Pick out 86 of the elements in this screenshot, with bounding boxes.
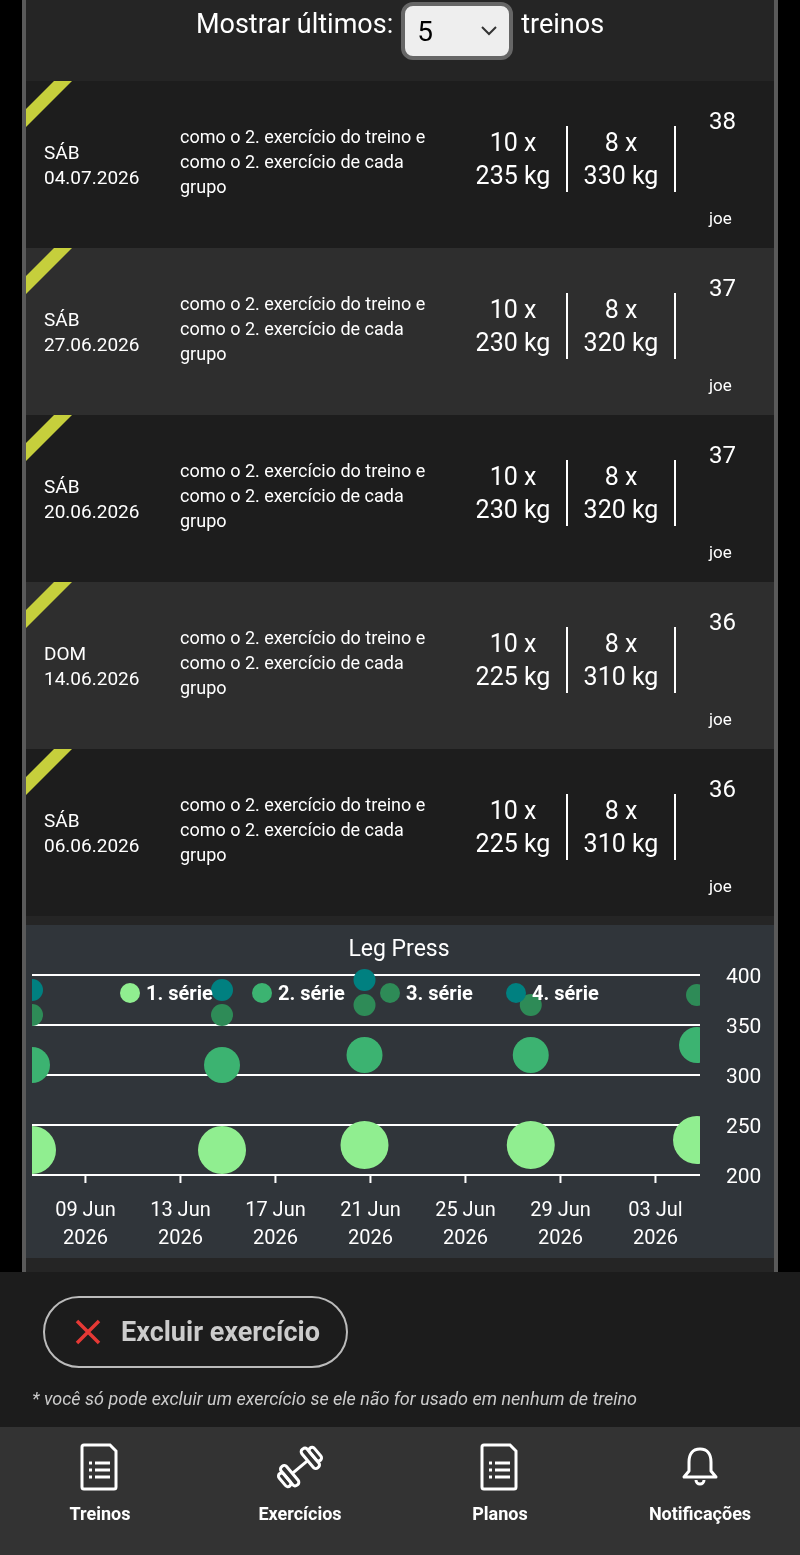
x-tick-label: 03 Jul 2026: [628, 1197, 683, 1249]
workout-date: 20.06.2026: [44, 498, 141, 524]
y-tick-label: 250: [726, 1114, 762, 1138]
user-name: joe: [709, 375, 733, 395]
chevron-down-icon: [481, 26, 498, 36]
x-tick-label: 29 Jun 2026: [530, 1197, 591, 1249]
set-reps: 10 x: [489, 460, 537, 493]
workout-card[interactable]: SÁB 06.06.2026 como o 2. exercício do treino e como o 2. exercício de cada grupo 10 x 225 kg 8 x 310 kg 36 joe: [26, 749, 774, 916]
set-weight: 37: [709, 274, 736, 302]
x-tick-label: 21 Jun 2026: [340, 1197, 401, 1249]
legend-label: 4. série: [532, 981, 599, 1005]
workout-note: como o 2. exercício do treino e como o 2. exercício de cada grupo: [180, 793, 427, 867]
workout-card[interactable]: SÁB 20.06.2026 como o 2. exercício do treino e como o 2. exercício de cada grupo 10 x 230 kg 8 x 320 kg 37 joe: [26, 415, 774, 582]
set-weight: 330 kg: [583, 159, 659, 192]
filter-suffix: treinos: [521, 8, 605, 40]
filter-label: Mostrar últimos:: [195, 8, 394, 40]
list-document-icon: [480, 1443, 520, 1491]
user-name: joe: [709, 208, 733, 228]
list-document-icon: [80, 1443, 120, 1491]
weekday: SÁB: [44, 139, 81, 165]
corner-stripe-icon: [26, 749, 72, 795]
footnote: * você só pode excluir um exercício se ele não for usado em nenhum de treino: [32, 1388, 639, 1409]
workout-note: como o 2. exercício do treino e como o 2. exercício de cada grupo: [180, 125, 427, 199]
corner-stripe-icon: [26, 582, 72, 628]
y-tick-label: 400: [726, 964, 762, 988]
set-weight: 310 kg: [583, 660, 659, 693]
set-weight: 225 kg: [475, 827, 551, 860]
user-name: joe: [709, 542, 733, 562]
weekday: SÁB: [44, 807, 81, 833]
set-reps: 8 x: [604, 460, 638, 493]
set-reps: 8 x: [604, 794, 638, 827]
y-tick-label: 350: [726, 1014, 762, 1038]
x-tick-label: 09 Jun 2026: [55, 1197, 116, 1249]
legend-label: 1. série: [146, 981, 213, 1005]
weekday: SÁB: [44, 473, 81, 499]
set-weight: 36: [709, 608, 736, 636]
set-reps: 10 x: [489, 627, 537, 660]
delete-exercise-button[interactable]: Excluir exercício: [43, 1296, 348, 1368]
workout-card[interactable]: DOM 14.06.2026 como o 2. exercício do treino e como o 2. exercício de cada grupo 10 x 225 kg 8 x 310 kg 36 joe: [26, 582, 774, 749]
y-tick-label: 200: [726, 1164, 762, 1188]
set-weight: 38: [709, 107, 736, 135]
workout-note: como o 2. exercício do treino e como o 2. exercício de cada grupo: [180, 626, 427, 700]
set-weight: 235 kg: [475, 159, 551, 192]
set-weight: 320 kg: [583, 326, 659, 359]
user-name: joe: [709, 876, 733, 896]
workout-date: 14.06.2026: [44, 665, 141, 691]
x-tick-label: 25 Jun 2026: [435, 1197, 496, 1249]
x-tick-label: 17 Jun 2026: [245, 1197, 306, 1249]
workout-date: 04.07.2026: [44, 164, 141, 190]
set-reps: 10 x: [489, 794, 537, 827]
set-weight: 225 kg: [475, 660, 551, 693]
corner-stripe-icon: [26, 415, 72, 461]
weekday: SÁB: [44, 306, 81, 332]
workout-card[interactable]: SÁB 27.06.2026 como o 2. exercício do treino e como o 2. exercício de cada grupo 10 x 230 kg 8 x 320 kg 37 joe: [26, 248, 774, 415]
nav-tab[interactable]: Planos: [472, 1503, 528, 1524]
nav-tab[interactable]: Notificações: [648, 1503, 752, 1524]
x-tick-label: 13 Jun 2026: [150, 1197, 211, 1249]
workout-date: 06.06.2026: [44, 832, 141, 858]
set-reps: 8 x: [604, 627, 638, 660]
chart-title: Leg Press: [348, 935, 450, 962]
workout-card[interactable]: SÁB 04.07.2026 como o 2. exercício do treino e como o 2. exercício de cada grupo 10 x 235 kg 8 x 330 kg 38 joe: [26, 81, 774, 248]
workout-note: como o 2. exercício do treino e como o 2. exercício de cada grupo: [180, 292, 427, 366]
nav-tab[interactable]: Treinos: [69, 1503, 131, 1524]
corner-stripe-icon: [26, 248, 72, 294]
legend-label: 3. série: [406, 981, 473, 1005]
set-weight: 320 kg: [583, 493, 659, 526]
set-weight: 36: [709, 775, 736, 803]
set-weight: 310 kg: [583, 827, 659, 860]
legend-label: 2. série: [278, 981, 345, 1005]
workout-date: 27.06.2026: [44, 331, 141, 357]
workout-note: como o 2. exercício do treino e como o 2. exercício de cada grupo: [180, 459, 427, 533]
set-reps: 10 x: [489, 126, 537, 159]
close-icon: [75, 1319, 101, 1345]
dumbbell-icon: [274, 1443, 326, 1491]
y-tick-label: 300: [726, 1064, 762, 1088]
user-name: joe: [709, 709, 733, 729]
set-reps: 10 x: [489, 293, 537, 326]
nav-tab[interactable]: Exercícios: [258, 1503, 342, 1524]
set-reps: 8 x: [604, 126, 638, 159]
set-weight: 230 kg: [475, 326, 551, 359]
weekday: DOM: [44, 640, 88, 666]
count-dropdown[interactable]: 5: [401, 2, 514, 60]
set-reps: 8 x: [604, 293, 638, 326]
set-weight: 230 kg: [475, 493, 551, 526]
corner-stripe-icon: [26, 81, 72, 127]
set-weight: 37: [709, 441, 736, 469]
